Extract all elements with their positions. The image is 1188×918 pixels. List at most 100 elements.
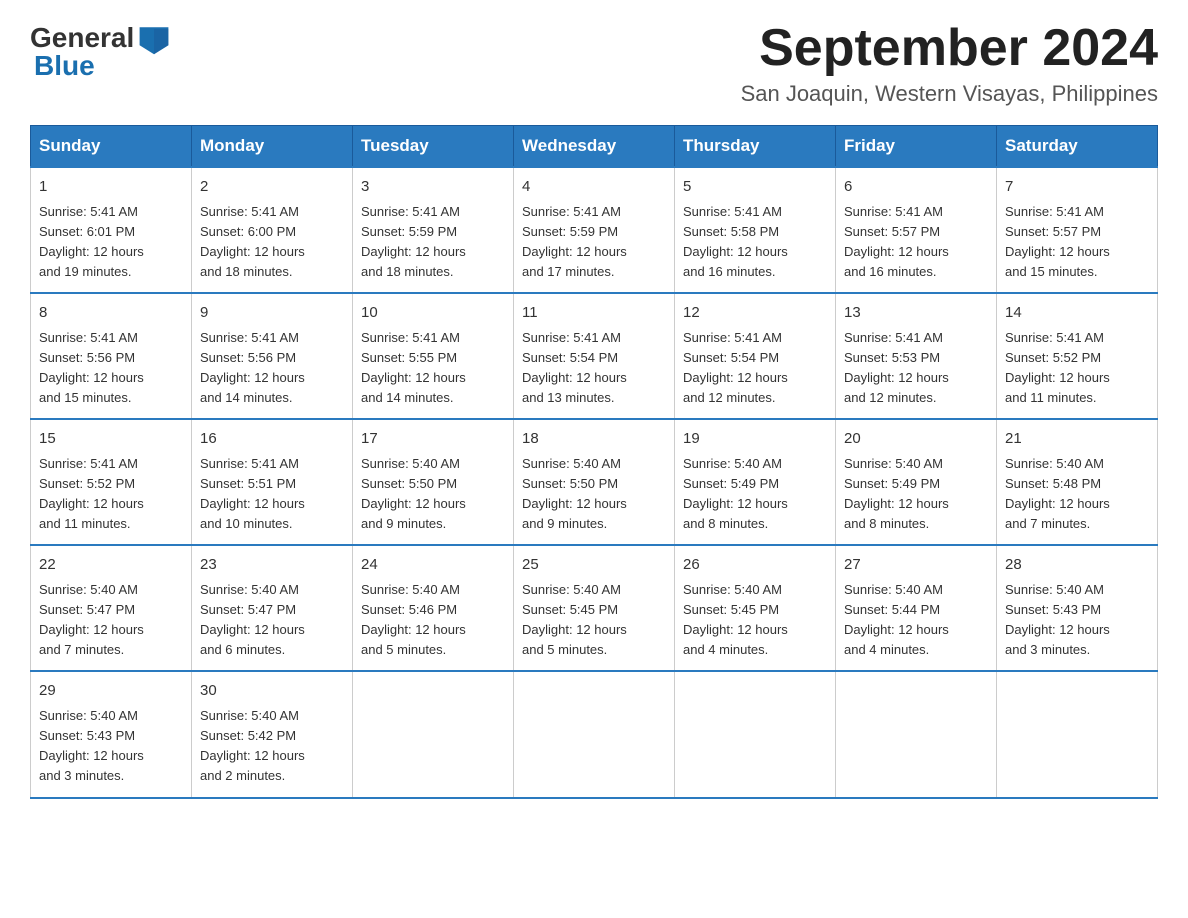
weekday-header-saturday: Saturday xyxy=(997,126,1158,168)
day-info: Sunrise: 5:41 AMSunset: 5:51 PMDaylight:… xyxy=(200,456,305,531)
day-info: Sunrise: 5:40 AMSunset: 5:50 PMDaylight:… xyxy=(361,456,466,531)
weekday-header-row: SundayMondayTuesdayWednesdayThursdayFrid… xyxy=(31,126,1158,168)
day-number: 20 xyxy=(844,428,988,451)
day-info: Sunrise: 5:41 AMSunset: 5:58 PMDaylight:… xyxy=(683,204,788,279)
calendar-cell: 24Sunrise: 5:40 AMSunset: 5:46 PMDayligh… xyxy=(353,545,514,671)
day-info: Sunrise: 5:41 AMSunset: 5:56 PMDaylight:… xyxy=(39,330,144,405)
day-info: Sunrise: 5:40 AMSunset: 5:49 PMDaylight:… xyxy=(844,456,949,531)
day-info: Sunrise: 5:40 AMSunset: 5:45 PMDaylight:… xyxy=(683,582,788,657)
day-info: Sunrise: 5:40 AMSunset: 5:43 PMDaylight:… xyxy=(1005,582,1110,657)
calendar-cell: 5 Sunrise: 5:41 AMSunset: 5:58 PMDaylight… xyxy=(675,167,836,293)
calendar-cell: 30 Sunrise: 5:40 AMSunset: 5:42 PMDayligh… xyxy=(192,671,353,797)
calendar-cell: 18 Sunrise: 5:40 AMSunset: 5:50 PMDayligh… xyxy=(514,419,675,545)
calendar-table: SundayMondayTuesdayWednesdayThursdayFrid… xyxy=(30,125,1158,798)
location-subtitle: San Joaquin, Western Visayas, Philippine… xyxy=(741,81,1158,107)
day-info: Sunrise: 5:40 AMSunset: 5:42 PMDaylight:… xyxy=(200,708,305,783)
logo-blue-text: Blue xyxy=(30,52,172,80)
day-number: 27 xyxy=(844,554,988,577)
weekday-header-wednesday: Wednesday xyxy=(514,126,675,168)
calendar-cell: 23 Sunrise: 5:40 AMSunset: 5:47 PMDayligh… xyxy=(192,545,353,671)
day-number: 28 xyxy=(1005,554,1149,577)
logo-icon xyxy=(136,20,172,56)
day-info: Sunrise: 5:41 AMSunset: 5:59 PMDaylight:… xyxy=(361,204,466,279)
calendar-cell: 20 Sunrise: 5:40 AMSunset: 5:49 PMDayligh… xyxy=(836,419,997,545)
day-info: Sunrise: 5:41 AMSunset: 5:57 PMDaylight:… xyxy=(1005,204,1110,279)
calendar-cell xyxy=(675,671,836,797)
day-number: 9 xyxy=(200,302,344,325)
calendar-cell: 7 Sunrise: 5:41 AMSunset: 5:57 PMDaylight… xyxy=(997,167,1158,293)
calendar-cell: 13 Sunrise: 5:41 AMSunset: 5:53 PMDayligh… xyxy=(836,293,997,419)
title-area: September 2024 San Joaquin, Western Visa… xyxy=(741,20,1158,107)
day-info: Sunrise: 5:41 AMSunset: 5:59 PMDaylight:… xyxy=(522,204,627,279)
day-number: 24 xyxy=(361,554,505,577)
calendar-cell: 3 Sunrise: 5:41 AMSunset: 5:59 PMDaylight… xyxy=(353,167,514,293)
calendar-cell: 21 Sunrise: 5:40 AMSunset: 5:48 PMDayligh… xyxy=(997,419,1158,545)
day-info: Sunrise: 5:40 AMSunset: 5:43 PMDaylight:… xyxy=(39,708,144,783)
day-number: 7 xyxy=(1005,176,1149,199)
day-info: Sunrise: 5:41 AMSunset: 5:56 PMDaylight:… xyxy=(200,330,305,405)
day-number: 17 xyxy=(361,428,505,451)
calendar-cell: 25Sunrise: 5:40 AMSunset: 5:45 PMDayligh… xyxy=(514,545,675,671)
calendar-cell xyxy=(353,671,514,797)
day-number: 6 xyxy=(844,176,988,199)
weekday-header-friday: Friday xyxy=(836,126,997,168)
calendar-cell: 15Sunrise: 5:41 AMSunset: 5:52 PMDayligh… xyxy=(31,419,192,545)
week-row-5: 29Sunrise: 5:40 AMSunset: 5:43 PMDayligh… xyxy=(31,671,1158,797)
day-number: 22 xyxy=(39,554,183,577)
day-info: Sunrise: 5:40 AMSunset: 5:48 PMDaylight:… xyxy=(1005,456,1110,531)
day-info: Sunrise: 5:41 AMSunset: 6:00 PMDaylight:… xyxy=(200,204,305,279)
day-number: 2 xyxy=(200,176,344,199)
weekday-header-thursday: Thursday xyxy=(675,126,836,168)
logo: General Blue xyxy=(30,20,172,80)
weekday-header-tuesday: Tuesday xyxy=(353,126,514,168)
day-info: Sunrise: 5:41 AMSunset: 5:52 PMDaylight:… xyxy=(1005,330,1110,405)
day-number: 21 xyxy=(1005,428,1149,451)
calendar-cell: 12Sunrise: 5:41 AMSunset: 5:54 PMDayligh… xyxy=(675,293,836,419)
weekday-header-sunday: Sunday xyxy=(31,126,192,168)
calendar-cell: 27 Sunrise: 5:40 AMSunset: 5:44 PMDayligh… xyxy=(836,545,997,671)
calendar-cell xyxy=(997,671,1158,797)
day-info: Sunrise: 5:40 AMSunset: 5:49 PMDaylight:… xyxy=(683,456,788,531)
day-number: 19 xyxy=(683,428,827,451)
day-number: 13 xyxy=(844,302,988,325)
day-info: Sunrise: 5:41 AMSunset: 5:55 PMDaylight:… xyxy=(361,330,466,405)
day-number: 14 xyxy=(1005,302,1149,325)
calendar-cell: 8 Sunrise: 5:41 AMSunset: 5:56 PMDaylight… xyxy=(31,293,192,419)
day-info: Sunrise: 5:40 AMSunset: 5:47 PMDaylight:… xyxy=(39,582,144,657)
calendar-cell: 14 Sunrise: 5:41 AMSunset: 5:52 PMDayligh… xyxy=(997,293,1158,419)
month-title: September 2024 xyxy=(741,20,1158,77)
week-row-3: 15Sunrise: 5:41 AMSunset: 5:52 PMDayligh… xyxy=(31,419,1158,545)
calendar-cell: 19 Sunrise: 5:40 AMSunset: 5:49 PMDayligh… xyxy=(675,419,836,545)
day-number: 25 xyxy=(522,554,666,577)
day-number: 16 xyxy=(200,428,344,451)
day-number: 15 xyxy=(39,428,183,451)
calendar-cell: 22 Sunrise: 5:40 AMSunset: 5:47 PMDayligh… xyxy=(31,545,192,671)
day-number: 3 xyxy=(361,176,505,199)
day-info: Sunrise: 5:41 AMSunset: 5:54 PMDaylight:… xyxy=(683,330,788,405)
calendar-cell: 26Sunrise: 5:40 AMSunset: 5:45 PMDayligh… xyxy=(675,545,836,671)
week-row-4: 22 Sunrise: 5:40 AMSunset: 5:47 PMDayligh… xyxy=(31,545,1158,671)
calendar-cell xyxy=(836,671,997,797)
logo-general-text: General xyxy=(30,24,134,52)
day-number: 18 xyxy=(522,428,666,451)
day-info: Sunrise: 5:40 AMSunset: 5:47 PMDaylight:… xyxy=(200,582,305,657)
calendar-cell: 9 Sunrise: 5:41 AMSunset: 5:56 PMDaylight… xyxy=(192,293,353,419)
calendar-cell: 4 Sunrise: 5:41 AMSunset: 5:59 PMDaylight… xyxy=(514,167,675,293)
day-number: 23 xyxy=(200,554,344,577)
day-info: Sunrise: 5:41 AMSunset: 5:53 PMDaylight:… xyxy=(844,330,949,405)
calendar-cell: 16 Sunrise: 5:41 AMSunset: 5:51 PMDayligh… xyxy=(192,419,353,545)
page-header: General Blue September 2024 San Joaquin,… xyxy=(30,20,1158,107)
week-row-1: 1Sunrise: 5:41 AMSunset: 6:01 PMDaylight… xyxy=(31,167,1158,293)
day-number: 4 xyxy=(522,176,666,199)
day-info: Sunrise: 5:40 AMSunset: 5:44 PMDaylight:… xyxy=(844,582,949,657)
day-info: Sunrise: 5:41 AMSunset: 6:01 PMDaylight:… xyxy=(39,204,144,279)
day-info: Sunrise: 5:41 AMSunset: 5:57 PMDaylight:… xyxy=(844,204,949,279)
day-info: Sunrise: 5:41 AMSunset: 5:54 PMDaylight:… xyxy=(522,330,627,405)
calendar-cell: 17 Sunrise: 5:40 AMSunset: 5:50 PMDayligh… xyxy=(353,419,514,545)
day-number: 5 xyxy=(683,176,827,199)
day-info: Sunrise: 5:40 AMSunset: 5:50 PMDaylight:… xyxy=(522,456,627,531)
day-number: 8 xyxy=(39,302,183,325)
day-number: 30 xyxy=(200,680,344,703)
calendar-cell: 6 Sunrise: 5:41 AMSunset: 5:57 PMDaylight… xyxy=(836,167,997,293)
calendar-cell: 11Sunrise: 5:41 AMSunset: 5:54 PMDayligh… xyxy=(514,293,675,419)
